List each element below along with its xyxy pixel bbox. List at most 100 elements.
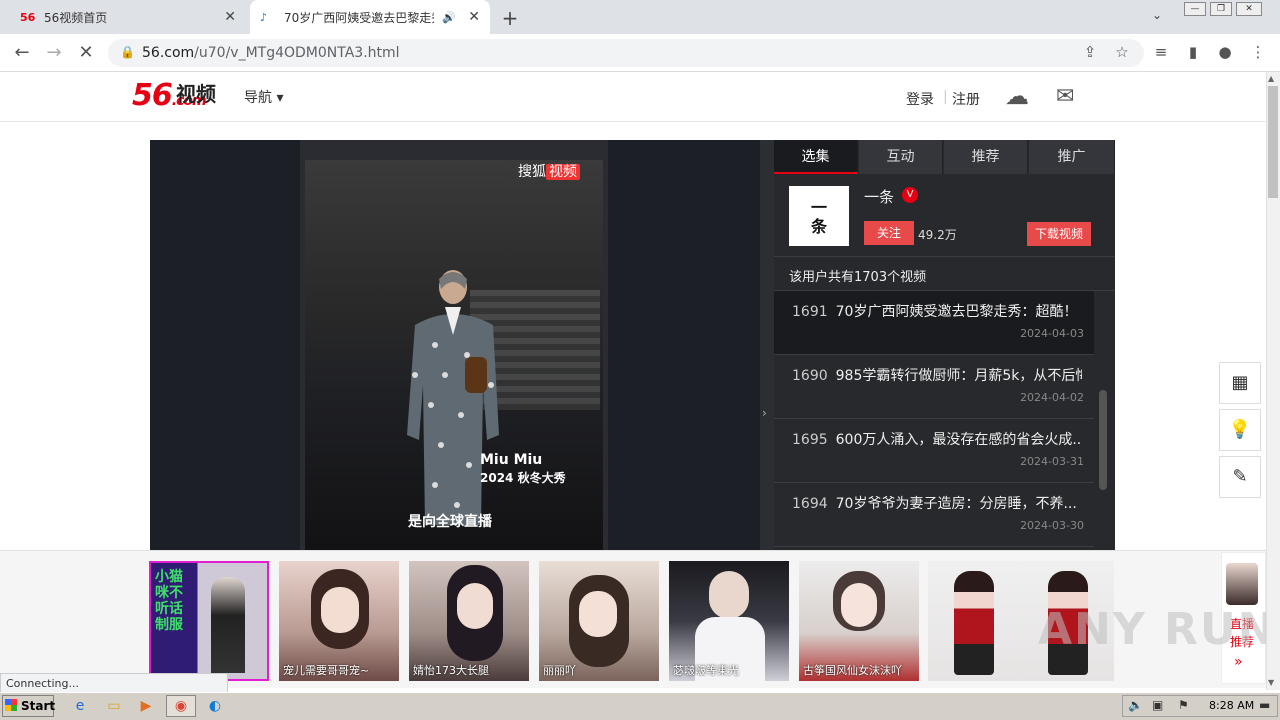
media-control-icon[interactable]: ≡ bbox=[1151, 43, 1171, 61]
login-link[interactable]: 登录 bbox=[906, 89, 934, 109]
url-path: /u70/v_MTg4ODM0NTA3.html bbox=[194, 45, 400, 61]
runway-model-figure bbox=[407, 270, 499, 525]
qr-code-icon[interactable]: ▦ bbox=[1219, 362, 1261, 404]
page-scrollbar-thumb[interactable] bbox=[1268, 86, 1278, 198]
episode-date: 2024-04-03 bbox=[1020, 327, 1084, 340]
media-player-icon[interactable]: ▶ bbox=[134, 696, 158, 716]
live-caption: 婧怡173大长腿 bbox=[413, 664, 489, 677]
video-subtitle: 是向全球直播 bbox=[408, 514, 492, 530]
tab-interaction[interactable]: 互动 bbox=[859, 140, 943, 174]
live-thumb[interactable]: 古筝国风仙女沫沫吖 bbox=[799, 561, 919, 681]
browser-tab-video[interactable]: ♪ 70岁广西阿姨受邀去巴黎走秀 🔊 ✕ bbox=[250, 0, 490, 34]
chevron-right-icon[interactable]: › bbox=[762, 406, 767, 420]
episode-title: 1691 70岁广西阿姨受邀去巴黎走秀：超酷！ bbox=[792, 301, 1082, 321]
side-panel-icon[interactable]: ▮ bbox=[1183, 43, 1203, 61]
register-link[interactable]: 注册 bbox=[952, 89, 980, 109]
episode-date: 2024-03-31 bbox=[1020, 455, 1084, 468]
show-desktop-icon[interactable]: ▬ bbox=[1259, 698, 1270, 712]
episode-title-text: 70岁爷爷为妻子造房：分房睡，不养... bbox=[835, 496, 1077, 512]
scroll-down-arrow-icon[interactable]: ▼ bbox=[1268, 678, 1274, 687]
verified-badge-icon: V bbox=[902, 187, 918, 203]
video-count-text: 该用户共有1703个视频 bbox=[789, 270, 927, 285]
episode-item[interactable]: 1690 985学霸转行做厨师：月薪5k，从不后悔 2024-04-02 bbox=[774, 355, 1094, 419]
tab-promotion[interactable]: 推广 bbox=[1029, 140, 1115, 174]
live-thumb[interactable]: 苾啵啵等東光 bbox=[669, 561, 789, 681]
follower-count: 49.2万 bbox=[918, 228, 957, 242]
scroll-up-arrow-icon[interactable]: ▲ bbox=[1268, 74, 1274, 83]
episode-title-text: 600万人涌入，最没存在感的省会火成... bbox=[835, 432, 1082, 448]
ie-icon[interactable]: e bbox=[68, 696, 92, 716]
streamer-face bbox=[579, 591, 617, 637]
stop-loading-icon[interactable]: ✕ bbox=[74, 42, 98, 63]
lightbulb-icon[interactable]: 💡 bbox=[1219, 409, 1261, 451]
profile-icon[interactable]: ● bbox=[1215, 43, 1235, 61]
tab-episodes[interactable]: 选集 bbox=[774, 140, 858, 174]
episode-item[interactable]: 1691 70岁广西阿姨受邀去巴黎走秀：超酷！ 2024-04-03 bbox=[774, 291, 1094, 355]
avatar-text: 条 bbox=[810, 217, 827, 236]
episode-title: 1694 70岁爷爷为妻子造房：分房睡，不养... bbox=[792, 493, 1082, 513]
volume-icon[interactable]: 🔈 bbox=[1128, 698, 1143, 712]
panel-collapse-handle[interactable] bbox=[760, 140, 774, 550]
menu-dots-icon[interactable]: ⋮ bbox=[1248, 43, 1268, 61]
live-thumb[interactable]: 婧怡173大长腿 bbox=[409, 561, 529, 681]
double-chevron-right-icon[interactable]: » bbox=[1234, 654, 1243, 670]
url-host: 56.com bbox=[142, 45, 195, 61]
logo-number: 56 bbox=[132, 78, 173, 113]
download-video-button[interactable]: 下载视频 bbox=[1027, 222, 1091, 246]
close-icon[interactable]: ✕ bbox=[468, 9, 480, 25]
tab-recommend[interactable]: 推荐 bbox=[944, 140, 1028, 174]
browser-tab-home[interactable]: 56 56视频首页 ✕ bbox=[10, 0, 246, 34]
live-promo-thumb[interactable]: 小猫咪不听话 制服 bbox=[149, 561, 269, 681]
episode-date: 2024-04-02 bbox=[1020, 391, 1084, 404]
live-thumb[interactable]: 宠儿需要哥哥宠~ bbox=[279, 561, 399, 681]
url-text[interactable]: 56.com/u70/v_MTg4ODM0NTA3.html bbox=[142, 45, 400, 61]
loading-icon: ♪ bbox=[260, 10, 268, 24]
feedback-edit-icon[interactable]: ✎ bbox=[1219, 456, 1261, 498]
live-thumb[interactable]: 丽丽吖 bbox=[539, 561, 659, 681]
watermark-tag: 视频 bbox=[546, 164, 580, 180]
episode-title-text: 985学霸转行做厨师：月薪5k，从不后悔 bbox=[835, 368, 1082, 384]
episode-number: 1691 bbox=[792, 304, 828, 320]
episode-list-scrollbar[interactable] bbox=[1099, 390, 1107, 490]
edge-icon[interactable]: ◐ bbox=[203, 696, 227, 716]
divider bbox=[774, 256, 1115, 257]
close-window-button[interactable]: ✕ bbox=[1236, 2, 1262, 16]
close-icon[interactable]: ✕ bbox=[224, 9, 236, 25]
chrome-icon[interactable]: ◉ bbox=[169, 696, 193, 716]
uploader-avatar[interactable]: 一条 bbox=[789, 186, 849, 246]
new-tab-button[interactable]: + bbox=[500, 6, 520, 30]
cloud-upload-icon[interactable]: ☁ bbox=[1005, 82, 1029, 110]
forward-arrow-icon[interactable]: → bbox=[42, 42, 66, 63]
live-caption: 宠儿需要哥哥宠~ bbox=[283, 664, 370, 677]
header-separator: | bbox=[943, 89, 948, 105]
folder-icon[interactable]: ▭ bbox=[102, 696, 126, 716]
restore-button[interactable]: ❐ bbox=[1210, 2, 1232, 16]
back-arrow-icon[interactable]: ← bbox=[10, 42, 34, 63]
network-icon[interactable]: ▣ bbox=[1152, 698, 1163, 712]
episode-date: 2024-03-30 bbox=[1020, 519, 1084, 532]
episode-number: 1690 bbox=[792, 368, 828, 384]
anyrun-watermark: ANY RUN bbox=[1038, 604, 1277, 655]
live-avatar[interactable] bbox=[1226, 563, 1258, 605]
speaker-icon[interactable]: 🔊 bbox=[442, 11, 456, 24]
uploader-name[interactable]: 一条 bbox=[864, 186, 894, 207]
minimize-button[interactable]: — bbox=[1184, 2, 1206, 16]
watermark-text: 搜狐 bbox=[518, 164, 546, 180]
video-brand-text: Miu Miu bbox=[480, 452, 543, 468]
tab-title: 56视频首页 bbox=[44, 10, 108, 25]
lock-icon[interactable]: 🔒 bbox=[120, 45, 135, 59]
episode-item[interactable]: 1694 70岁爷爷为妻子造房：分房睡，不养... 2024-03-30 bbox=[774, 483, 1094, 547]
follow-button[interactable]: 关注 bbox=[864, 221, 914, 245]
nav-dropdown[interactable]: 导航 ▾ bbox=[244, 87, 283, 107]
logo-text: 视频 bbox=[176, 82, 216, 106]
chevron-down-icon[interactable]: ⌄ bbox=[1152, 8, 1162, 22]
live-caption: 苾啵啵等東光 bbox=[673, 664, 739, 677]
star-icon[interactable]: ☆ bbox=[1112, 43, 1132, 61]
episode-title: 1690 985学霸转行做厨师：月薪5k，从不后悔 bbox=[792, 365, 1082, 385]
share-icon[interactable]: ⇪ bbox=[1080, 43, 1100, 61]
episode-item[interactable]: 1695 600万人涌入，最没存在感的省会火成... 2024-03-31 bbox=[774, 419, 1094, 483]
video-event-text: 2024 秋冬大秀 bbox=[480, 471, 566, 485]
flag-icon[interactable]: ⚑ bbox=[1178, 698, 1189, 712]
mail-icon[interactable]: ✉ bbox=[1056, 84, 1074, 109]
streamer-figure bbox=[954, 571, 994, 675]
